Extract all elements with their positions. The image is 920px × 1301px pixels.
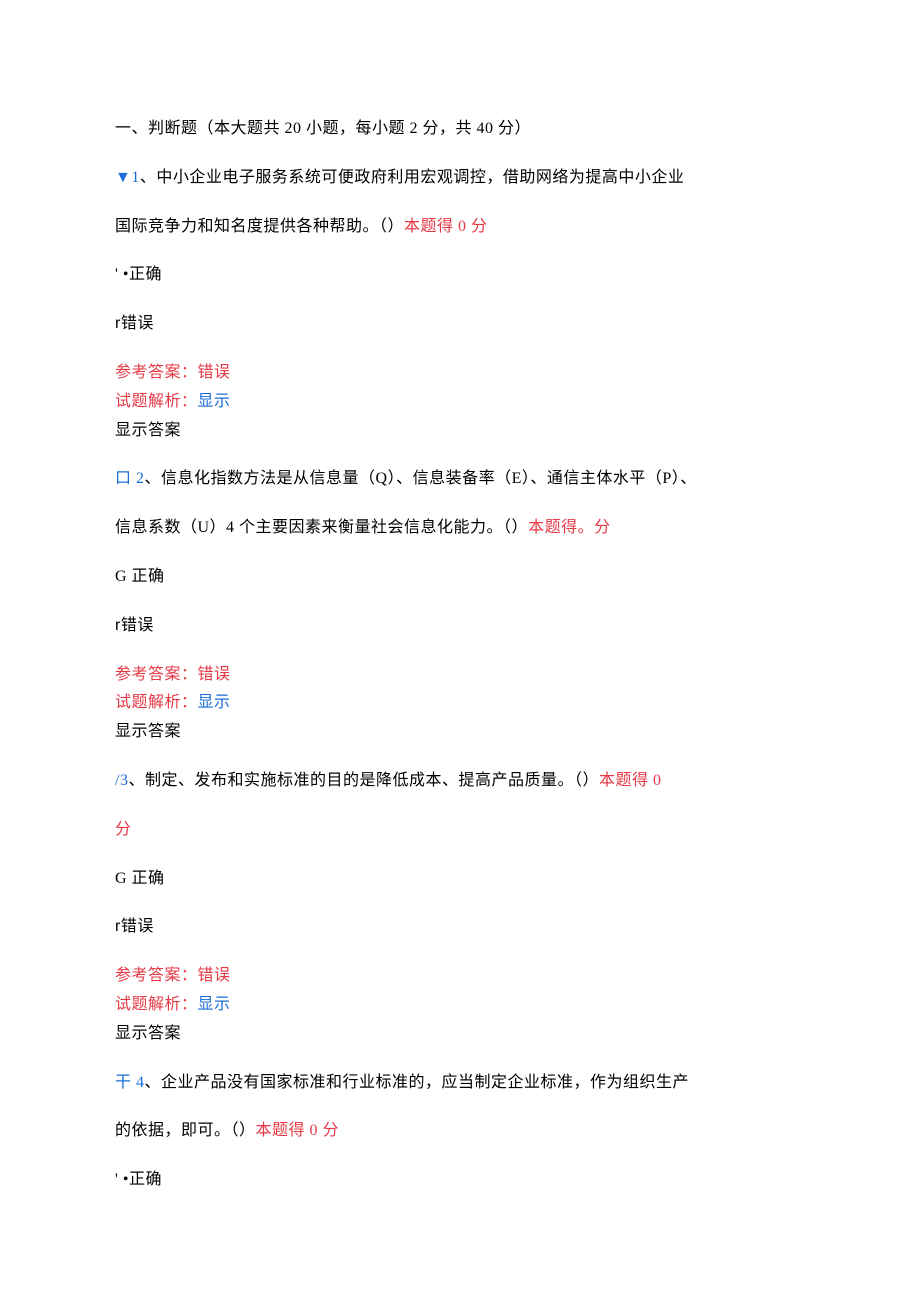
section-header: 一、判断题（本大题共 20 小题，每小题 2 分，共 40 分）	[115, 115, 805, 144]
question-2-score: 本题得。分	[528, 519, 611, 536]
question-1-prefix: ▼1	[115, 169, 140, 186]
question-2-analysis-label: 试题解析：	[115, 694, 198, 711]
question-3-analysis-link[interactable]: 显示	[198, 996, 231, 1013]
question-1-line-2: 国际竞争力和知名度提供各种帮助。（）本题得 0 分	[115, 213, 805, 242]
question-1-wrong-label: 错误	[121, 315, 154, 332]
question-2-opt-correct: G 正确	[115, 563, 805, 592]
question-3-analysis-label: 试题解析：	[115, 996, 198, 1013]
question-1-ref-answer: 参考答案：错误	[115, 359, 805, 388]
question-2-text-a: 、信息化指数方法是从信息量（Q）、信息装备率（E）、通信主体水平（P）、	[145, 470, 697, 487]
question-4-text-a: 、企业产品没有国家标准和行业标准的，应当制定企业标准，作为组织生产	[145, 1074, 690, 1091]
question-3-ref-label: 参考答案：	[115, 967, 198, 984]
question-1-ref-label: 参考答案：	[115, 364, 198, 381]
question-2-opt-wrong: r错误	[115, 612, 805, 641]
question-1-text-a: 、中小企业电子服务系统可便政府利用宏观调控，借助网络为提高中小企业	[140, 169, 685, 186]
question-1-opt-wrong: r错误	[115, 310, 805, 339]
question-2-ref-label: 参考答案：	[115, 666, 198, 683]
question-3-line-1: /3、制定、发布和实施标准的目的是降低成本、提高产品质量。（）本题得 0	[115, 767, 805, 796]
question-2-analysis: 试题解析：显示	[115, 689, 805, 718]
question-3-wrong-label: 错误	[121, 918, 154, 935]
question-2-ref-value: 错误	[198, 666, 231, 683]
question-2-show-answer[interactable]: 显示答案	[115, 718, 805, 747]
question-4-score: 本题得 0 分	[256, 1122, 340, 1139]
question-2-ref-answer: 参考答案：错误	[115, 661, 805, 690]
question-3-text-a: 、制定、发布和实施标准的目的是降低成本、提高产品质量。（）	[128, 772, 599, 789]
question-2-text-b: 信息系数（U）4 个主要因素来衡量社会信息化能力。（）	[115, 519, 528, 536]
question-4-line-1: 干 4、企业产品没有国家标准和行业标准的，应当制定企业标准，作为组织生产	[115, 1069, 805, 1098]
question-3-score-a: 本题得 0	[599, 772, 662, 789]
question-1-score: 本题得 0 分	[404, 218, 488, 235]
question-1-opt-correct: ' •正确	[115, 261, 805, 290]
question-3-prefix: /3	[115, 772, 128, 789]
question-3-score-b: 分	[115, 816, 805, 845]
question-3-opt-correct: G 正确	[115, 865, 805, 894]
question-1-line-1: ▼1、中小企业电子服务系统可便政府利用宏观调控，借助网络为提高中小企业	[115, 164, 805, 193]
question-4-prefix: 干 4	[115, 1074, 145, 1091]
question-1-analysis: 试题解析：显示	[115, 388, 805, 417]
question-4-text-b: 的依据，即可。（）	[115, 1122, 256, 1139]
question-1-text-b: 国际竞争力和知名度提供各种帮助。（）	[115, 218, 404, 235]
question-1-analysis-link[interactable]: 显示	[198, 393, 231, 410]
question-3-opt-wrong: r错误	[115, 913, 805, 942]
question-2-prefix: 口 2	[115, 470, 145, 487]
question-2-wrong-label: 错误	[121, 617, 154, 634]
question-3-ref-answer: 参考答案：错误	[115, 962, 805, 991]
question-3-ref-value: 错误	[198, 967, 231, 984]
question-1-analysis-label: 试题解析：	[115, 393, 198, 410]
question-3-analysis: 试题解析：显示	[115, 991, 805, 1020]
question-1-ref-value: 错误	[198, 364, 231, 381]
question-4-opt-correct: ' •正确	[115, 1166, 805, 1195]
question-4-line-2: 的依据，即可。（）本题得 0 分	[115, 1117, 805, 1146]
question-2-analysis-link[interactable]: 显示	[198, 694, 231, 711]
question-3-show-answer[interactable]: 显示答案	[115, 1020, 805, 1049]
question-1-show-answer[interactable]: 显示答案	[115, 417, 805, 446]
question-2-line-1: 口 2、信息化指数方法是从信息量（Q）、信息装备率（E）、通信主体水平（P）、	[115, 465, 805, 494]
question-2-line-2: 信息系数（U）4 个主要因素来衡量社会信息化能力。（）本题得。分	[115, 514, 805, 543]
